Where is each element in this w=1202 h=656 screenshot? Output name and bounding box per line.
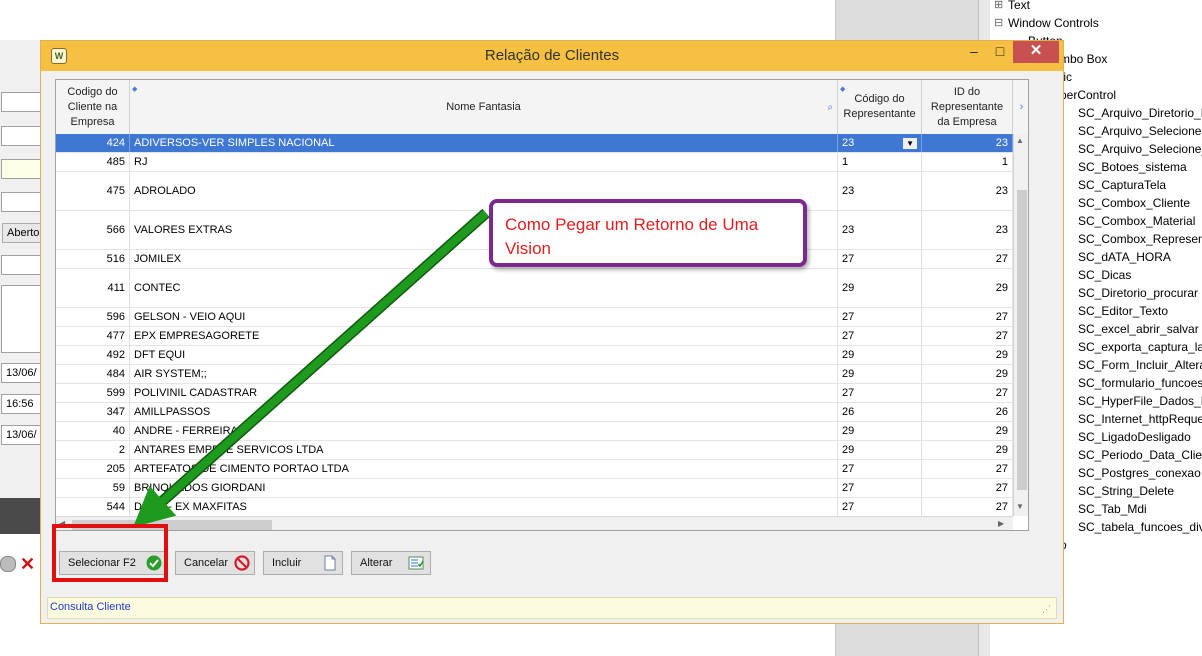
callout-text: Como Pegar um Retorno de Uma Vision — [505, 215, 759, 258]
highlight-box — [52, 524, 168, 582]
annotation-callout: Como Pegar um Retorno de Uma Vision — [489, 199, 807, 267]
annotation-arrow — [133, 210, 489, 528]
annotation-arrow-layer — [133, 208, 490, 528]
